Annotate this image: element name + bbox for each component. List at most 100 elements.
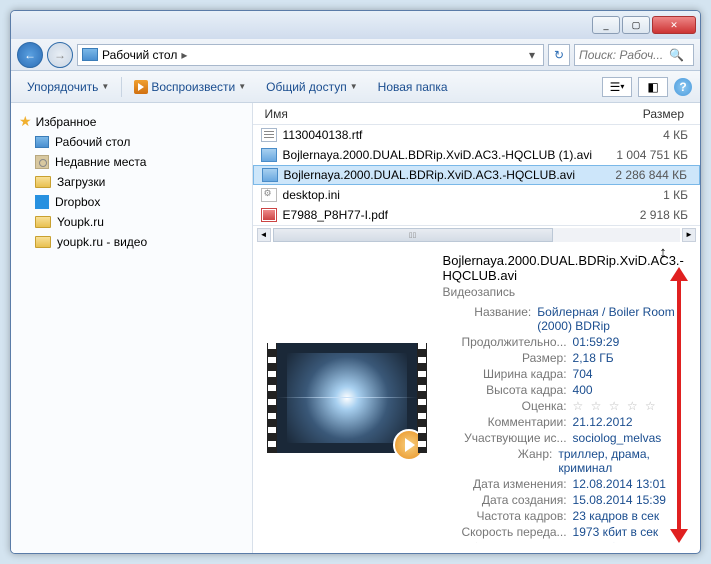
address-dropdown-icon[interactable]: ▾ <box>525 48 539 62</box>
sidebar-item-4[interactable]: Youpk.ru <box>15 212 248 232</box>
folder-icon <box>35 216 51 228</box>
sidebar-item-label: youpk.ru - видео <box>57 235 147 249</box>
file-size: 2 286 844 КБ <box>591 168 691 182</box>
sidebar-item-label: Загрузки <box>57 175 105 189</box>
film-thumbnail-icon <box>267 343 427 453</box>
path-separator-icon[interactable]: ▸ <box>181 48 187 62</box>
metadata-row: Оценка:☆ ☆ ☆ ☆ ☆ <box>443 399 690 413</box>
file-row[interactable]: desktop.ini1 КБ <box>253 185 700 205</box>
metadata-value: 01:59:29 <box>573 335 620 349</box>
metadata-label: Ширина кадра: <box>443 367 573 381</box>
resize-handle-icon[interactable]: ↕ <box>654 243 672 261</box>
file-size: 2 918 КБ <box>592 208 692 222</box>
metadata-value: 1973 кбит в сек <box>573 525 659 539</box>
metadata-label: Название: <box>443 305 538 333</box>
desk-icon <box>35 136 49 148</box>
star-icon: ★ <box>19 113 32 130</box>
scroll-track[interactable]: ▯▯ <box>273 228 680 242</box>
metadata-label: Высота кадра: <box>443 383 573 397</box>
folder-icon <box>35 176 51 188</box>
ini-icon <box>261 188 277 202</box>
metadata-label: Продолжительно... <box>443 335 573 349</box>
pdf-icon <box>261 208 277 222</box>
metadata-value: 2,18 ГБ <box>573 351 614 365</box>
metadata-row: Комментарии:21.12.2012 <box>443 415 690 429</box>
metadata-row: Размер:2,18 ГБ <box>443 351 690 365</box>
file-name: Bojlernaya.2000.DUAL.BDRip.XviD.AC3.-HQC… <box>283 148 592 162</box>
address-path: Рабочий стол <box>102 48 177 62</box>
metadata-label: Участвующие ис... <box>443 431 573 445</box>
metadata-label: Оценка: <box>443 399 573 413</box>
refresh-button[interactable]: ↻ <box>548 44 570 66</box>
preview-pane-button[interactable]: ◧ <box>638 77 668 97</box>
search-icon: 🔍 <box>669 48 684 62</box>
file-name: E7988_P8H77-I.pdf <box>283 208 592 222</box>
play-overlay-icon[interactable] <box>393 429 425 461</box>
minimize-button[interactable]: _ <box>592 16 620 34</box>
forward-button[interactable]: → <box>47 42 73 68</box>
metadata-row: Продолжительно...01:59:29 <box>443 335 690 349</box>
favorites-header[interactable]: ★ Избранное <box>15 111 248 132</box>
file-row[interactable]: E7988_P8H77-I.pdf2 918 КБ <box>253 205 700 225</box>
play-icon <box>134 80 148 94</box>
metadata-value: 704 <box>573 367 593 381</box>
search-box[interactable]: 🔍 <box>574 44 694 66</box>
file-list: 1130040138.rtf4 КБ Bojlernaya.2000.DUAL.B… <box>253 125 700 225</box>
titlebar: _ ▢ ✕ <box>11 11 700 39</box>
scroll-left-button[interactable]: ◄ <box>257 228 271 242</box>
rtf-icon <box>261 128 277 142</box>
back-button[interactable]: ← <box>17 42 43 68</box>
scroll-right-button[interactable]: ► <box>682 228 696 242</box>
sidebar-item-1[interactable]: Недавние места <box>15 152 248 172</box>
organize-menu[interactable]: Упорядочить▼ <box>19 76 117 98</box>
maximize-button[interactable]: ▢ <box>622 16 650 34</box>
file-row[interactable]: 1130040138.rtf4 КБ <box>253 125 700 145</box>
metadata-label: Дата создания: <box>443 493 573 507</box>
address-bar[interactable]: Рабочий стол ▸ ▾ <box>77 44 544 66</box>
sidebar-item-2[interactable]: Загрузки <box>15 172 248 192</box>
dropbox-icon <box>35 195 49 209</box>
share-menu[interactable]: Общий доступ▼ <box>258 76 366 98</box>
metadata-value: 2165 кбит в сек <box>573 541 659 543</box>
explorer-window: _ ▢ ✕ ← → Рабочий стол ▸ ▾ ↻ 🔍 Упорядочи… <box>10 10 701 554</box>
file-name: desktop.ini <box>283 188 592 202</box>
details-type: Видеозапись <box>443 285 690 299</box>
metadata-label: Жанр: <box>443 447 559 475</box>
desktop-icon <box>82 48 98 61</box>
close-button[interactable]: ✕ <box>652 16 696 34</box>
sidebar-item-0[interactable]: Рабочий стол <box>15 132 248 152</box>
sidebar-item-3[interactable]: Dropbox <box>15 192 248 212</box>
metadata-row: Высота кадра:400 <box>443 383 690 397</box>
metadata-row: Жанр:триллер, драма, криминал <box>443 447 690 475</box>
column-name[interactable]: Имя <box>261 107 592 121</box>
new-folder-button[interactable]: Новая папка <box>370 76 456 98</box>
column-size[interactable]: Размер <box>592 107 692 121</box>
file-row[interactable]: Bojlernaya.2000.DUAL.BDRip.XviD.AC3.-HQC… <box>253 145 700 165</box>
file-row[interactable]: Bojlernaya.2000.DUAL.BDRip.XviD.AC3.-HQC… <box>253 165 700 185</box>
scroll-thumb[interactable]: ▯▯ <box>273 228 553 242</box>
file-size: 1 004 751 КБ <box>592 148 692 162</box>
recent-icon <box>35 155 49 169</box>
metadata-row: Название:Бойлерная / Boiler Room (2000) … <box>443 305 690 333</box>
help-button[interactable]: ? <box>674 78 692 96</box>
horizontal-scrollbar: ◄ ▯▯ ► <box>253 225 700 243</box>
metadata-value: sociolog_melvas <box>573 431 662 445</box>
sidebar: ★ Избранное Рабочий столНедавние места За… <box>11 103 253 553</box>
metadata-value: Бойлерная / Boiler Room (2000) BDRip <box>537 305 690 333</box>
metadata-value: 21.12.2012 <box>573 415 633 429</box>
metadata-row: Скорость переда...1973 кбит в сек <box>443 525 690 539</box>
sidebar-item-5[interactable]: youpk.ru - видео <box>15 232 248 252</box>
metadata-value: триллер, драма, криминал <box>558 447 690 475</box>
search-input[interactable] <box>579 48 669 62</box>
metadata-label: Частота кадров: <box>443 509 573 523</box>
avi-icon <box>261 148 277 162</box>
sidebar-item-label: Dropbox <box>55 195 100 209</box>
metadata-row: Дата изменения:12.08.2014 13:01 <box>443 477 690 491</box>
view-menu[interactable]: ☰ ▾ <box>602 77 632 97</box>
metadata-value: 12.08.2014 13:01 <box>573 477 666 491</box>
metadata-label: Дата изменения: <box>443 477 573 491</box>
metadata-label: Скорость переда... <box>443 525 573 539</box>
play-menu[interactable]: Воспроизвести▼ <box>126 76 254 98</box>
metadata-value: ☆ ☆ ☆ ☆ ☆ <box>573 399 658 413</box>
navbar: ← → Рабочий стол ▸ ▾ ↻ 🔍 <box>11 39 700 71</box>
